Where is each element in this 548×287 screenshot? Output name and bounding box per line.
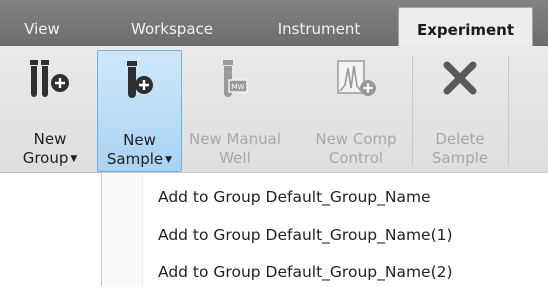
tab-instrument[interactable]: Instrument <box>258 14 380 46</box>
delete-sample-button[interactable]: Delete Sample <box>418 50 502 172</box>
ribbon-separator <box>508 56 509 166</box>
new-sample-dropdown-menu: Add to Group Default_Group_Name Add to G… <box>101 172 548 287</box>
new-manual-well-label-line2: Well <box>219 149 251 167</box>
new-comp-control-label-line1: New Comp <box>315 130 397 148</box>
new-sample-label-line2: Sample <box>106 150 164 168</box>
new-group-label-line2: Group <box>22 149 69 167</box>
new-group-button[interactable]: New Group ▼ <box>8 50 92 172</box>
tube-well-icon: MW <box>215 58 255 106</box>
tab-workspace[interactable]: Workspace <box>110 14 234 46</box>
new-comp-control-button[interactable]: New Comp Control <box>306 50 406 172</box>
delete-x-icon <box>438 58 482 106</box>
delete-sample-label-line1: Delete <box>435 130 485 148</box>
menu-item-add-to-group-2[interactable]: Add to Group Default_Group_Name(2) <box>158 262 453 282</box>
menu-item-add-to-group[interactable]: Add to Group Default_Group_Name <box>158 187 431 207</box>
new-sample-button[interactable]: New Sample ▼ <box>97 50 182 172</box>
new-manual-well-label-line1: New Manual <box>189 130 281 148</box>
tab-view[interactable]: View <box>10 14 74 46</box>
tube-add-icon <box>120 59 160 107</box>
menu-icon-gutter <box>102 173 143 287</box>
new-manual-well-button[interactable]: MW New Manual Well <box>186 50 284 172</box>
tab-bar: View Workspace Instrument Experiment <box>0 0 548 46</box>
ribbon-separator <box>412 56 413 166</box>
tubes-add-icon <box>24 58 76 106</box>
new-sample-label-line1: New <box>123 131 156 149</box>
chevron-down-icon: ▼ <box>70 154 78 164</box>
histogram-add-icon <box>332 58 380 106</box>
new-group-label-line1: New <box>33 130 67 148</box>
new-comp-control-label-line2: Control <box>328 149 384 167</box>
delete-sample-label-line2: Sample <box>431 149 489 167</box>
chevron-down-icon: ▼ <box>165 155 173 165</box>
svg-text:MW: MW <box>232 83 245 91</box>
menu-item-add-to-group-1[interactable]: Add to Group Default_Group_Name(1) <box>158 225 453 245</box>
tab-experiment[interactable]: Experiment <box>398 7 533 46</box>
